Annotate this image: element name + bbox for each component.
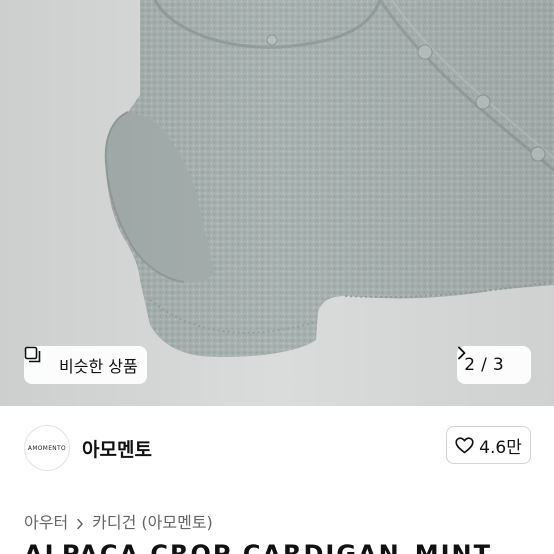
product-title: ALPACA CROP CARDIGAN_MINT [24, 540, 492, 554]
shop-logo[interactable]: AMOMENTO [24, 425, 70, 471]
page-total: 3 [492, 355, 504, 375]
like-count: 4.6만 [479, 437, 522, 458]
shop-info-row: AMOMENTO 아모멘토 4.6만 [0, 406, 554, 490]
chevron-right-icon [458, 346, 524, 372]
heart-icon [455, 436, 474, 454]
gallery-pager[interactable]: 2 / 3 [457, 346, 531, 384]
shop-name[interactable]: 아모멘토 [82, 435, 152, 462]
breadcrumb-item-cardigan[interactable]: 카디건 (아모멘토) [92, 509, 213, 533]
breadcrumb: 아우터 카디건 (아모멘토) [24, 509, 213, 533]
similar-items-icon [24, 346, 53, 374]
shop-like-button[interactable]: 4.6만 [446, 426, 531, 464]
page-separator: / [481, 355, 487, 375]
similar-products-button[interactable]: 비슷한 상품 [24, 346, 147, 384]
shop-logo-text: AMOMENTO [27, 444, 67, 452]
chevron-right-icon [76, 515, 84, 530]
similar-products-label: 비슷한 상품 [59, 357, 138, 376]
product-image-gallery[interactable]: 비슷한 상품 2 / 3 [0, 0, 554, 406]
breadcrumb-item-outer[interactable]: 아우터 [24, 509, 68, 533]
